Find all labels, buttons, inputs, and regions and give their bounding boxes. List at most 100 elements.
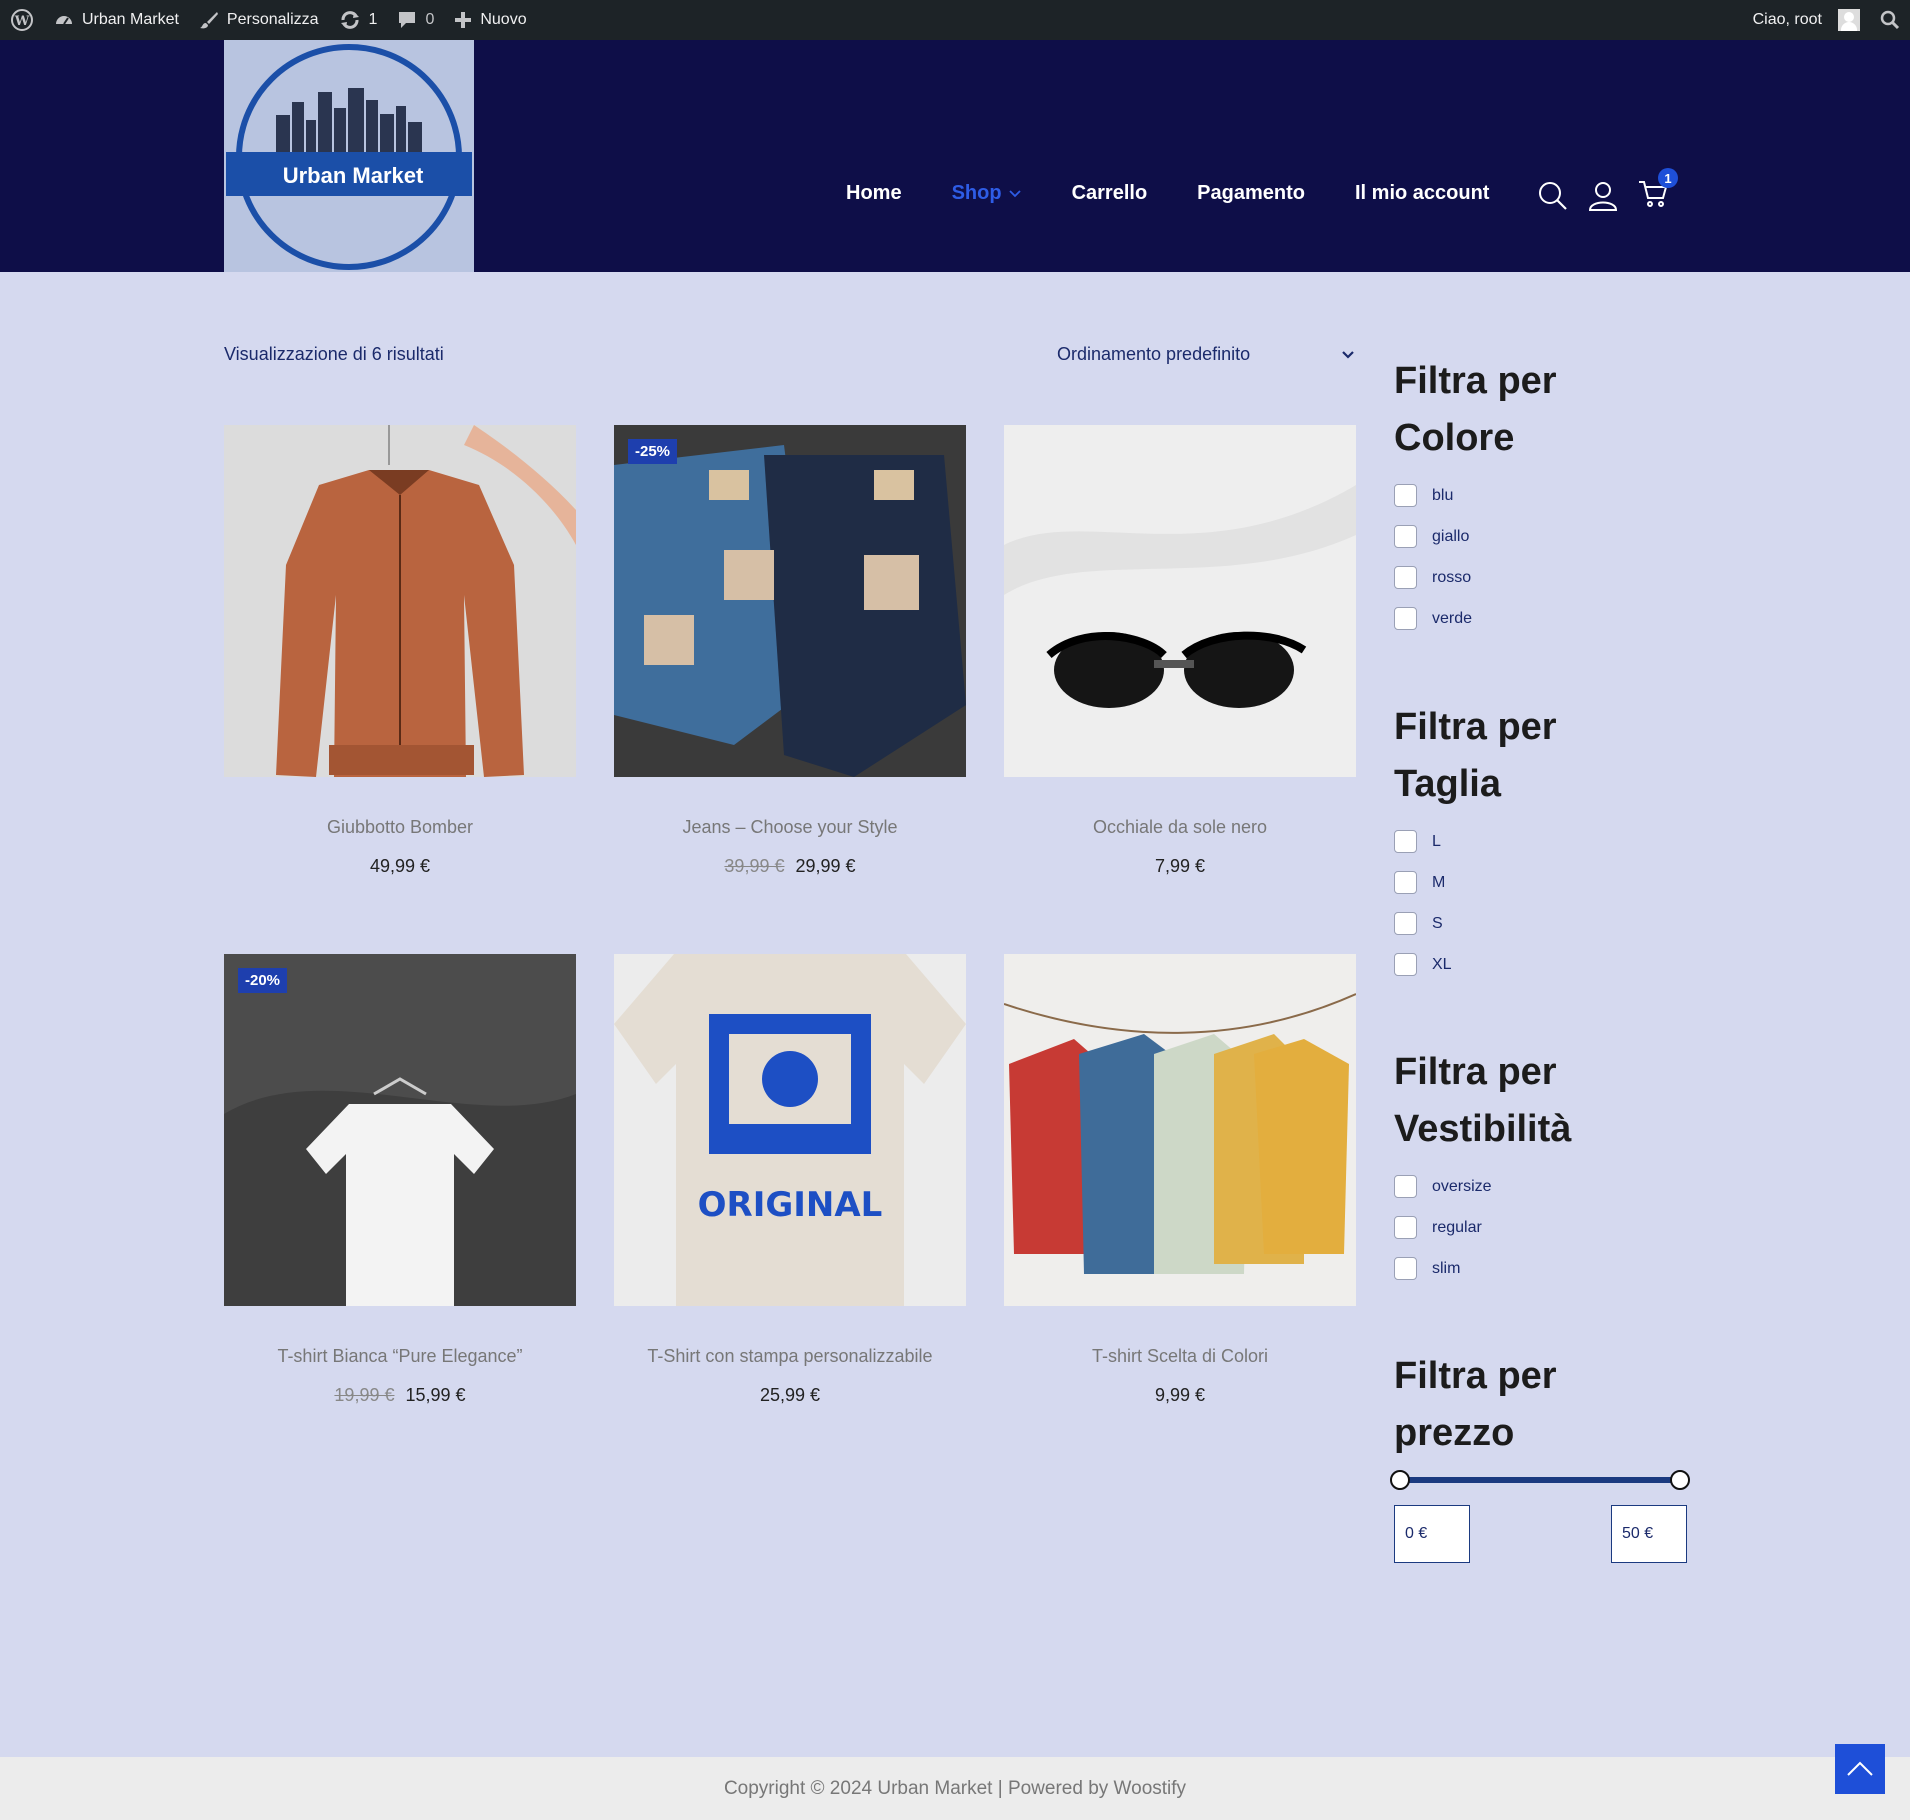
header-icons: 1 — [1538, 168, 1678, 213]
nav-home[interactable]: Home — [846, 182, 902, 205]
filter-title: Filtra per Vestibilità — [1394, 1051, 1572, 1150]
site-logo[interactable]: Urban Market — [224, 40, 474, 272]
current-price: 49,99 € — [369, 856, 431, 876]
admin-account-link[interactable]: Ciao, root — [1743, 0, 1870, 40]
checkbox[interactable] — [1394, 525, 1417, 548]
admin-new-link[interactable]: Nuovo — [444, 0, 536, 40]
nav-account[interactable]: Il mio account — [1355, 182, 1489, 205]
filter-option[interactable]: verde — [1394, 598, 1714, 639]
search-icon[interactable] — [1538, 181, 1568, 211]
checkbox[interactable] — [1394, 912, 1417, 935]
scroll-to-top-button[interactable] — [1835, 1744, 1885, 1794]
chevron-down-icon — [1342, 350, 1354, 359]
old-price: 19,99 € — [334, 1385, 395, 1405]
chevron-down-icon — [1008, 189, 1021, 197]
ordering-value: Ordinamento predefinito — [1057, 344, 1251, 364]
admin-site-link[interactable]: Urban Market — [44, 0, 189, 40]
filter-title: Filtra per Taglia — [1394, 706, 1557, 805]
admin-comments-count: 0 — [425, 11, 435, 28]
product-card[interactable]: -20% T-shirt Bianca “Pure Elegance” 19,9… — [224, 954, 576, 1406]
current-price: 7,99 € — [1154, 856, 1206, 876]
nav-cart[interactable]: Carrello — [1072, 182, 1148, 205]
admin-updates-link[interactable]: 1 — [329, 0, 388, 40]
checkbox[interactable] — [1394, 484, 1417, 507]
product-name[interactable]: T-shirt Bianca “Pure Elegance” — [224, 1346, 576, 1367]
svg-text:W: W — [14, 14, 30, 29]
copyright-text: Copyright © 2024 Urban Market | Powered … — [723, 1778, 1187, 1799]
admin-site-name: Urban Market — [82, 11, 179, 28]
checkbox[interactable] — [1394, 1216, 1417, 1239]
filter-title: Filtra per Colore — [1394, 360, 1557, 459]
cart-count-badge: 1 — [1658, 168, 1678, 188]
product-name[interactable]: T-shirt Scelta di Colori — [1004, 1346, 1356, 1367]
filter-option[interactable]: regular — [1394, 1207, 1714, 1248]
product-image[interactable] — [224, 425, 576, 777]
ordering-select[interactable]: Ordinamento predefinito — [1057, 344, 1355, 365]
product-price: 25,99 € — [614, 1385, 966, 1406]
product-price: 39,99 € 29,99 € — [614, 856, 966, 877]
cart-button[interactable]: 1 — [1638, 168, 1678, 213]
filter-title: Filtra per prezzo — [1394, 1355, 1557, 1454]
product-image[interactable]: -20% — [224, 954, 576, 1306]
filter-option[interactable]: blu — [1394, 475, 1714, 516]
product-card[interactable]: T-shirt Scelta di Colori 9,99 € — [1004, 954, 1356, 1406]
product-price: 49,99 € — [224, 856, 576, 877]
admin-customize-link[interactable]: Personalizza — [189, 0, 329, 40]
price-min-input[interactable]: 0 € — [1394, 1505, 1470, 1563]
filter-price-widget: Filtra per prezzo — [1394, 1348, 1714, 1462]
plus-icon — [455, 12, 472, 28]
filter-option[interactable]: giallo — [1394, 516, 1714, 557]
filter-option[interactable]: M — [1394, 862, 1714, 903]
current-price: 9,99 € — [1154, 1385, 1206, 1405]
filter-size-widget: Filtra per Taglia L M S XL — [1394, 699, 1714, 985]
product-image[interactable] — [1004, 425, 1356, 777]
product-card[interactable]: Occhiale da sole nero 7,99 € — [1004, 425, 1356, 877]
product-name[interactable]: Giubbotto Bomber — [224, 817, 576, 838]
admin-search-icon[interactable] — [1870, 0, 1910, 40]
checkbox[interactable] — [1394, 1257, 1417, 1280]
admin-bar: W Urban Market Personalizza 1 0 Nuovo Ci… — [0, 0, 1910, 40]
checkbox[interactable] — [1394, 607, 1417, 630]
current-price: 25,99 € — [759, 1385, 821, 1405]
comment-icon — [399, 12, 416, 28]
site-footer: Copyright © 2024 Urban Market | Powered … — [0, 1757, 1910, 1820]
admin-comments-link[interactable]: 0 — [387, 0, 444, 40]
main-nav: Home Shop Carrello Pagamento Il mio acco… — [846, 182, 1489, 205]
chevron-up-icon — [1847, 1761, 1873, 1776]
checkbox[interactable] — [1394, 566, 1417, 589]
old-price: 39,99 € — [724, 856, 785, 876]
filter-option[interactable]: XL — [1394, 944, 1714, 985]
price-slider-max-handle[interactable] — [1670, 1470, 1690, 1490]
nav-shop[interactable]: Shop — [952, 182, 1022, 205]
product-card[interactable]: -25% Jeans – Choose your Style 39,99 € 2… — [614, 425, 966, 877]
checkbox[interactable] — [1394, 953, 1417, 976]
filter-option[interactable]: L — [1394, 821, 1714, 862]
checkbox[interactable] — [1394, 1175, 1417, 1198]
price-slider[interactable] — [1390, 1470, 1690, 1490]
filter-option[interactable]: rosso — [1394, 557, 1714, 598]
price-slider-min-handle[interactable] — [1390, 1470, 1410, 1490]
checkbox[interactable] — [1394, 830, 1417, 853]
filter-option[interactable]: S — [1394, 903, 1714, 944]
admin-updates-count: 1 — [368, 11, 378, 28]
price-max-input[interactable]: 50 € — [1611, 1505, 1687, 1563]
wordpress-logo-icon[interactable]: W — [0, 0, 44, 40]
refresh-icon — [340, 11, 359, 29]
checkbox[interactable] — [1394, 871, 1417, 894]
product-price: 9,99 € — [1004, 1385, 1356, 1406]
product-name[interactable]: Occhiale da sole nero — [1004, 817, 1356, 838]
product-card[interactable]: ORIGINAL T-Shirt con stampa personalizza… — [614, 954, 966, 1406]
nav-shop-label: Shop — [951, 182, 1002, 204]
product-name[interactable]: Jeans – Choose your Style — [614, 817, 966, 838]
product-image[interactable]: ORIGINAL — [614, 954, 966, 1306]
nav-checkout[interactable]: Pagamento — [1197, 182, 1305, 205]
product-image[interactable] — [1004, 954, 1356, 1306]
user-icon[interactable] — [1588, 180, 1618, 212]
logo-text: Urban Market — [283, 163, 424, 188]
product-image[interactable]: -25% — [614, 425, 966, 777]
filter-option[interactable]: oversize — [1394, 1166, 1714, 1207]
product-card[interactable]: Giubbotto Bomber 49,99 € — [224, 425, 576, 877]
filter-color-widget: Filtra per Colore blu giallo rosso verde — [1394, 353, 1714, 639]
filter-option[interactable]: slim — [1394, 1248, 1714, 1289]
product-name[interactable]: T-Shirt con stampa personalizzabile — [614, 1346, 966, 1367]
